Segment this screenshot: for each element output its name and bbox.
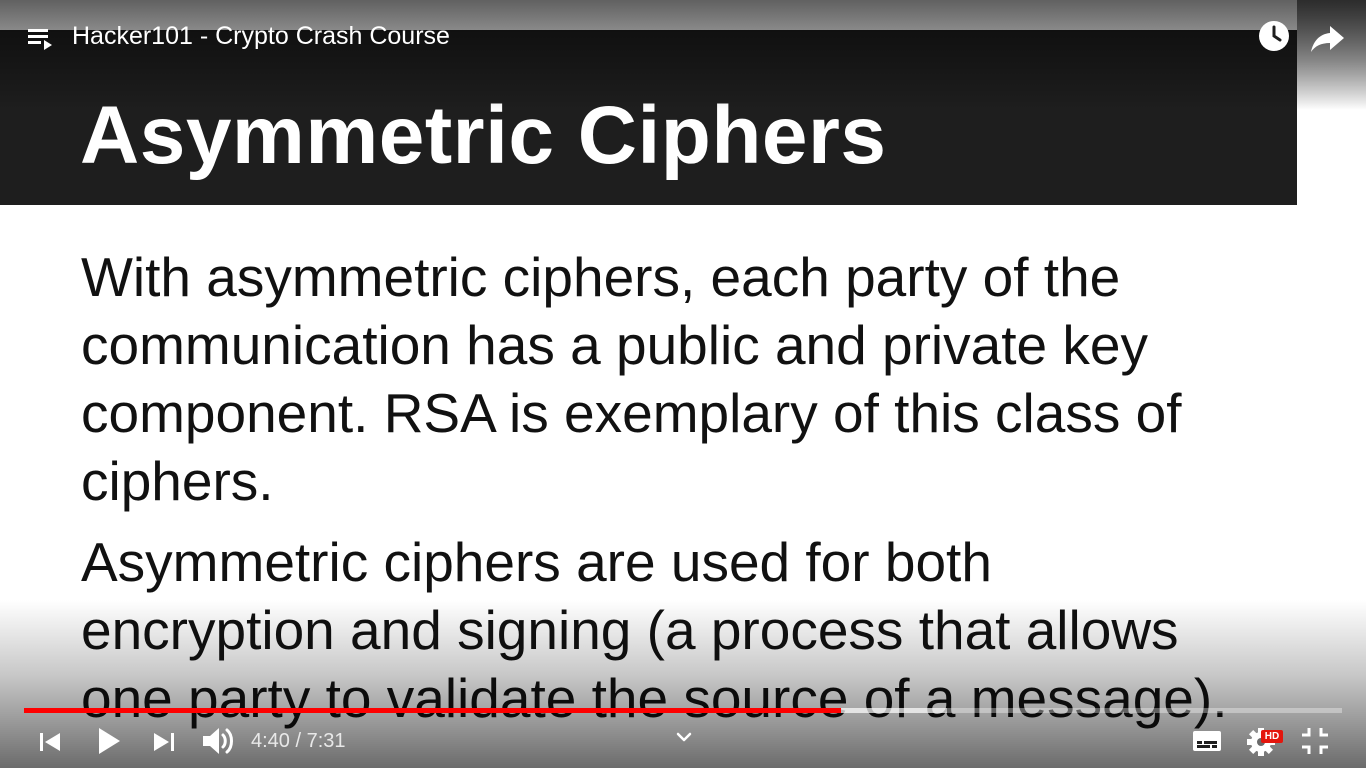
play-button[interactable] bbox=[90, 723, 126, 759]
video-title[interactable]: Hacker101 - Crypto Crash Course bbox=[72, 20, 450, 52]
time-display: 4:40 / 7:31 bbox=[251, 730, 346, 752]
video-player[interactable]: Asymmetric Ciphers With asymmetric ciphe… bbox=[0, 0, 1366, 768]
clock-icon bbox=[1259, 21, 1289, 51]
skip-previous-icon bbox=[40, 733, 60, 751]
share-arrow-icon bbox=[1311, 26, 1344, 52]
share-button[interactable] bbox=[1308, 18, 1348, 56]
next-button[interactable] bbox=[148, 726, 180, 758]
volume-button[interactable] bbox=[198, 722, 238, 760]
subtitles-icon bbox=[1193, 731, 1221, 751]
chevron-down-icon bbox=[676, 732, 692, 742]
subtitles-button[interactable] bbox=[1190, 724, 1224, 758]
slide-paragraph-1: With asymmetric ciphers, each party of t… bbox=[81, 246, 1182, 512]
exit-fullscreen-button[interactable] bbox=[1298, 724, 1332, 758]
hd-badge: HD bbox=[1261, 730, 1283, 743]
slide-paragraph-2: Asymmetric ciphers are used for both enc… bbox=[81, 531, 1228, 729]
volume-icon bbox=[203, 728, 233, 754]
play-icon bbox=[99, 728, 120, 754]
slide-title: Asymmetric Ciphers bbox=[80, 90, 887, 181]
playlist-button[interactable] bbox=[24, 22, 58, 54]
skip-next-icon bbox=[154, 733, 174, 751]
playlist-icon bbox=[28, 29, 52, 50]
progress-bar[interactable] bbox=[24, 708, 1342, 713]
exit-fullscreen-icon bbox=[1302, 728, 1328, 754]
progress-played bbox=[24, 708, 842, 713]
previous-button[interactable] bbox=[34, 726, 66, 758]
chapter-chevron-button[interactable] bbox=[672, 726, 696, 748]
watch-later-button[interactable] bbox=[1256, 18, 1292, 54]
